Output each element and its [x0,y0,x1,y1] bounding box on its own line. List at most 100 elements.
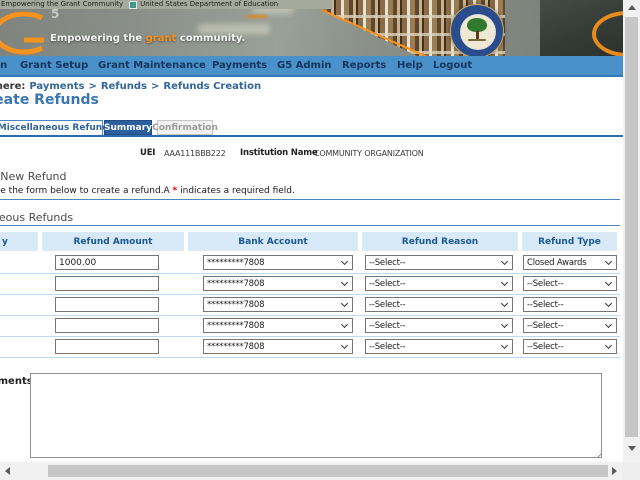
refund-type-select[interactable]: Closed Awards [523,255,617,270]
refund-type-select[interactable]: --Select-- [523,339,617,354]
v-scrollbar-thumb[interactable] [625,17,638,437]
scrollbar-corner [623,462,640,480]
main-nav: Main Grant Setup Grant Maintenance Payme… [0,56,623,77]
seal-tree [467,18,487,32]
chevron-down-icon [341,300,348,307]
page-title: Create Refunds [0,92,99,108]
ed-seal [450,4,504,56]
scroll-left-icon[interactable] [5,467,10,475]
table-row: *********7808 --Select-- --Select-- [0,294,620,316]
nav-item-grant-maintenance[interactable]: Grant Maintenance [98,56,206,75]
nav-item-logout[interactable]: Logout [433,56,472,75]
nav-item-main[interactable]: Main [0,56,7,75]
breadcrumb-separator: > [151,81,159,92]
bank-account-select[interactable]: *********7808 [203,255,353,270]
table-row: *********7808 --Select-- --Select-- [0,315,620,337]
refund-type-value: --Select-- [527,279,564,289]
seal-ground [468,39,486,41]
nav-item-help[interactable]: Help [397,56,423,75]
refund-reason-select[interactable]: --Select-- [365,339,513,354]
g5-window: 5 Empowering the grant community. Empowe… [0,0,640,480]
refund-amount-input[interactable] [55,255,159,270]
comments-label: Comments [0,376,33,387]
tab-confirmation: Confirmation [157,120,213,135]
bank-account-select[interactable]: *********7808 [203,318,353,333]
uei-value: AAA111BBB222 [164,149,225,158]
vertical-scrollbar[interactable] [623,0,640,462]
bank-account-select[interactable]: *********7808 [203,339,353,354]
nav-item-grant-setup[interactable]: Grant Setup [20,56,88,75]
col-header-refund-amount: Refund Amount [42,232,184,251]
refund-reason-value: --Select-- [369,342,406,352]
refund-reason-select[interactable]: --Select-- [365,255,513,270]
refund-reason-value: --Select-- [369,258,406,268]
scroll-up-icon[interactable] [628,5,636,10]
horizontal-scrollbar[interactable] [0,462,623,480]
form-hint: Use the form below to create a refund.A … [0,186,295,196]
breadcrumb-link-refunds-creation[interactable]: Refunds Creation [163,81,261,92]
breadcrumb: You are here:Payments>Refunds>Refunds Cr… [0,81,261,92]
refund-reason-select[interactable]: --Select-- [365,276,513,291]
refund-type-select[interactable]: --Select-- [523,276,617,291]
refund-amount-input[interactable] [55,318,159,333]
chevron-down-icon [605,279,612,286]
tab-summary[interactable]: Summary [104,120,152,135]
scroll-down-icon[interactable] [628,446,636,451]
bank-account-value: *********7808 [207,258,264,268]
refund-type-select[interactable]: --Select-- [523,297,617,312]
scroll-right-icon[interactable] [612,467,617,475]
refund-reason-select[interactable]: --Select-- [365,297,513,312]
refund-reason-value: --Select-- [369,300,406,310]
refund-amount-input[interactable] [55,276,159,291]
tab-create-miscellaneous-refunds[interactable]: Create Miscellaneous Refunds [0,120,103,135]
nav-item-g5-admin[interactable]: G5 Admin [277,56,332,75]
section-divider [0,225,620,226]
col-header-refund-reason: Refund Reason [362,232,518,251]
chevron-down-icon [605,258,612,265]
banner-glare [247,15,267,18]
g5-logo-icon [0,10,52,56]
breadcrumb-link-refunds[interactable]: Refunds [101,81,147,92]
chevron-down-icon [501,279,508,286]
tagline-highlight: grant [146,33,177,44]
h-scrollbar-thumb[interactable] [48,465,608,477]
chevron-down-icon [501,321,508,328]
nav-item-reports[interactable]: Reports [342,56,386,75]
chalkboard-panel [540,0,623,56]
chevron-down-icon [501,258,508,265]
nav-item-payments[interactable]: Payments [212,56,267,75]
bank-account-value: *********7808 [207,321,264,331]
refund-reason-select[interactable]: --Select-- [365,318,513,333]
refund-type-value: --Select-- [527,321,564,331]
tagline-post: community. [176,33,245,44]
section-divider [0,199,620,200]
banner-tagline: Empowering the grant community. [50,33,245,44]
new-refund-section-title: Create a New Refund [0,170,67,183]
refund-reason-value: --Select-- [369,279,406,289]
refund-amount-input[interactable] [55,297,159,312]
refund-amount-input[interactable] [55,339,159,354]
refund-type-select[interactable]: --Select-- [523,318,617,333]
comments-textarea[interactable] [30,373,602,458]
ed-favicon-icon [129,1,137,9]
bank-account-value: *********7808 [207,342,264,352]
title-strip: Empowering the Grant Community United St… [0,0,332,9]
misc-refunds-section-title: Miscellaneous Refunds [0,211,73,224]
hint-before: Use the form below to create a refund.A [0,186,173,196]
chevron-down-icon [605,300,612,307]
col-header-bank-account: Bank Account [188,232,358,251]
bank-account-select[interactable]: *********7808 [203,297,353,312]
refund-reason-value: --Select-- [369,321,406,331]
refund-type-value: --Select-- [527,300,564,310]
bank-account-select[interactable]: *********7808 [203,276,353,291]
breadcrumb-link-payments[interactable]: Payments [29,81,84,92]
col-header-fragment: y [0,232,38,251]
institution-name-label: Institution Name [240,148,317,158]
chevron-down-icon [501,300,508,307]
breadcrumb-prefix: You are here: [0,81,25,92]
g-arc-decoration [592,11,623,56]
uei-label: UEI [140,148,155,158]
refund-type-value: Closed Awards [527,258,586,268]
bank-account-value: *********7808 [207,300,264,310]
refund-type-value: --Select-- [527,342,564,352]
